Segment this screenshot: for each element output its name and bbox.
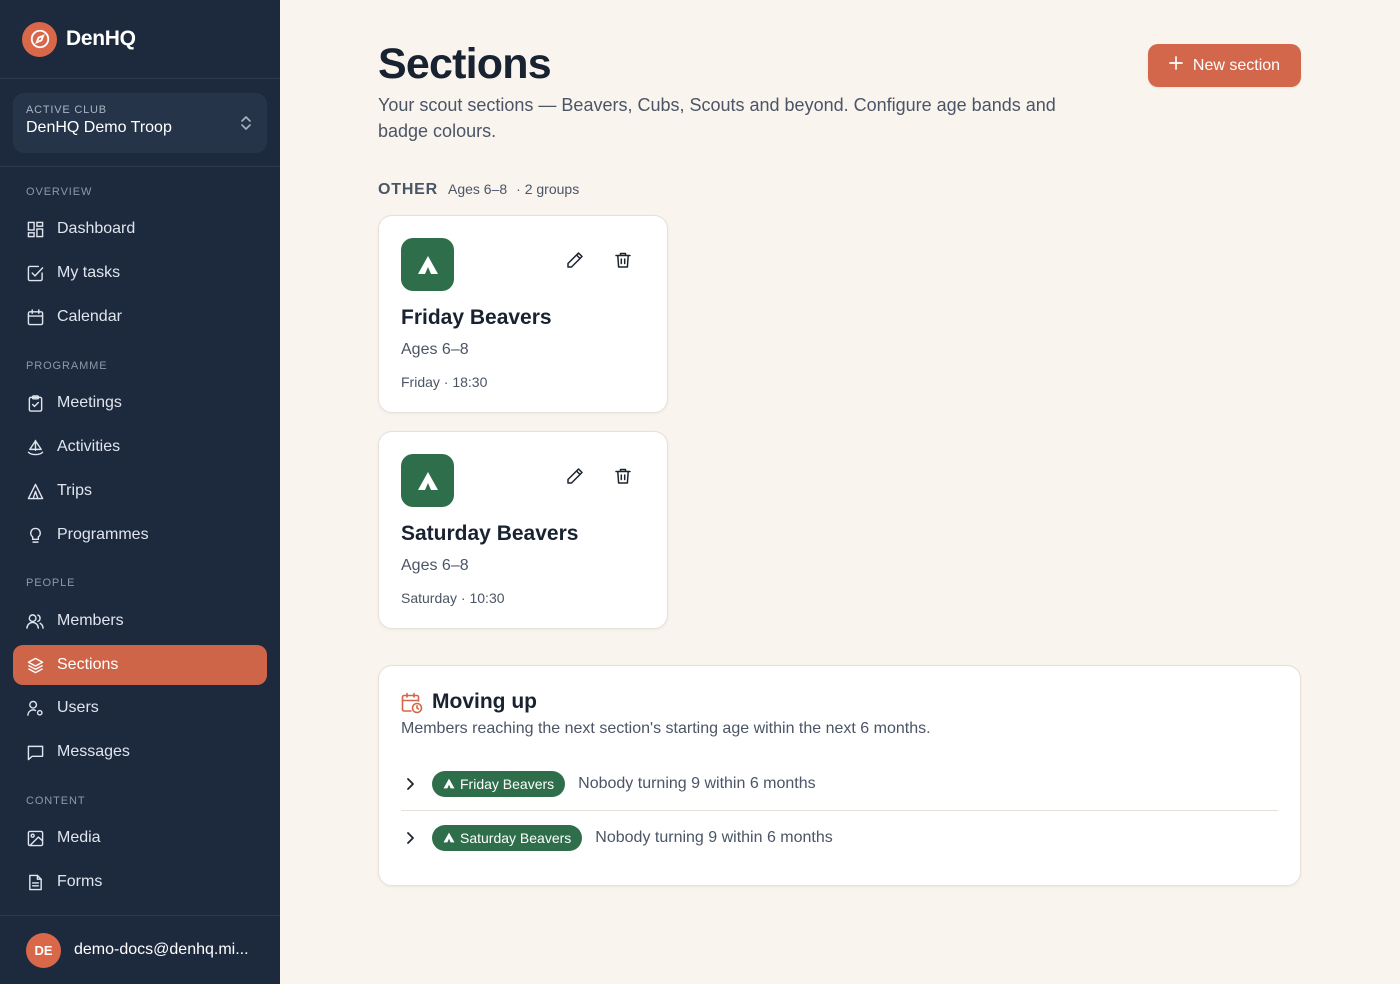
sidebar-item-dashboard[interactable]: Dashboard — [13, 209, 267, 249]
chevron-right-icon — [401, 775, 419, 793]
tent-icon — [443, 830, 455, 846]
sidebar-item-programmes[interactable]: Programmes — [13, 515, 267, 555]
section-pill: Friday Beavers — [432, 771, 566, 797]
nav-heading-programme: PROGRAMME — [26, 360, 108, 372]
sidebar-item-users[interactable]: Users — [13, 688, 267, 728]
tent-icon — [401, 454, 454, 507]
users-icon — [26, 612, 44, 630]
sidebar-item-label: Dashboard — [57, 220, 136, 237]
moving-up-status: Nobody turning 9 within 6 months — [578, 775, 816, 792]
lightbulb-icon — [26, 526, 44, 544]
plus-icon — [1169, 56, 1183, 75]
compass-icon — [22, 21, 57, 57]
moving-up-panel: Moving up Members reaching the next sect… — [378, 665, 1301, 886]
moving-up-row[interactable]: Saturday Beavers Nobody turning 9 within… — [401, 818, 1278, 858]
divider — [401, 810, 1278, 811]
sidebar-item-messages[interactable]: Messages — [13, 732, 267, 772]
avatar: DE — [26, 932, 61, 968]
nav-heading-people: PEOPLE — [26, 577, 76, 589]
sailboat-icon — [26, 438, 44, 456]
check-square-icon — [26, 264, 44, 282]
section-age: Ages 6–8 — [401, 341, 469, 358]
sidebar-item-sections[interactable]: Sections — [13, 645, 267, 685]
group-header: OTHER Ages 6–8 · 2 groups — [378, 181, 579, 199]
section-card[interactable]: Saturday Beavers Ages 6–8 Saturday · 10:… — [378, 431, 668, 629]
sidebar-item-label: Messages — [57, 743, 130, 760]
sidebar-item-label: Meetings — [57, 394, 122, 411]
moving-up-row[interactable]: Friday Beavers Nobody turning 9 within 6… — [401, 764, 1278, 804]
group-ages: Ages 6–8 — [448, 181, 508, 197]
sidebar-item-label: Calendar — [57, 308, 122, 325]
club-name: DenHQ Demo Troop — [26, 119, 172, 136]
club-switcher[interactable]: ACTIVE CLUB DenHQ Demo Troop — [13, 93, 267, 153]
sidebar-item-label: Media — [57, 829, 101, 846]
moving-up-status: Nobody turning 9 within 6 months — [595, 829, 833, 846]
sidebar-item-trips[interactable]: Trips — [13, 471, 267, 511]
user-cog-icon — [26, 699, 44, 717]
page-title: Sections — [378, 40, 552, 88]
tent-icon — [401, 238, 454, 291]
sidebar-item-forms[interactable]: Forms — [13, 862, 267, 902]
calendar-clock-icon — [401, 692, 423, 719]
section-card[interactable]: Friday Beavers Ages 6–8 Friday · 18:30 — [378, 215, 668, 413]
new-section-button[interactable]: New section — [1148, 44, 1301, 87]
trash-icon[interactable] — [611, 464, 635, 488]
tent-icon — [26, 482, 44, 500]
layers-icon — [26, 656, 44, 674]
sidebar-item-media[interactable]: Media — [13, 818, 267, 858]
section-schedule: Friday · 18:30 — [401, 374, 488, 390]
moving-up-title: Moving up — [432, 690, 537, 713]
tent-icon — [443, 776, 455, 792]
section-title: Saturday Beavers — [401, 522, 579, 545]
main-content: Sections Your scout sections — Beavers, … — [280, 0, 1400, 984]
trash-icon[interactable] — [611, 248, 635, 272]
sidebar-item-activities[interactable]: Activities — [13, 427, 267, 467]
sidebar-item-label: Forms — [57, 873, 103, 890]
brand-name: DenHQ — [66, 27, 136, 50]
sidebar-item-label: Sections — [57, 656, 119, 673]
new-section-label: New section — [1192, 56, 1281, 74]
nav-heading-overview: OVERVIEW — [26, 186, 93, 198]
user-email: demo-docs@denhq.mi... — [74, 941, 249, 958]
page-subtitle: Your scout sections — Beavers, Cubs, Sco… — [378, 95, 1056, 141]
section-pill-label: Friday Beavers — [460, 776, 555, 792]
section-pill-label: Saturday Beavers — [460, 830, 572, 846]
chevron-right-icon — [401, 829, 419, 847]
dashboard-icon — [26, 220, 44, 238]
nav-heading-content: CONTENT — [26, 795, 86, 807]
sidebar-item-label: Programmes — [57, 526, 149, 543]
club-label: ACTIVE CLUB — [26, 104, 107, 116]
message-square-icon — [26, 743, 44, 761]
section-title: Friday Beavers — [401, 306, 552, 329]
section-age: Ages 6–8 — [401, 557, 469, 574]
sidebar-item-meetings[interactable]: Meetings — [13, 383, 267, 423]
sidebar: DenHQ ACTIVE CLUB DenHQ Demo Troop OVERV… — [0, 0, 280, 984]
moving-up-description: Members reaching the next section's star… — [401, 720, 931, 737]
clipboard-check-icon — [26, 394, 44, 412]
brand[interactable]: DenHQ — [0, 0, 280, 79]
sidebar-item-tasks[interactable]: My tasks — [13, 253, 267, 293]
sidebar-item-label: Members — [57, 612, 124, 629]
club-switcher-wrap: ACTIVE CLUB DenHQ Demo Troop — [0, 79, 280, 167]
sidebar-item-label: Users — [57, 699, 99, 716]
section-pill: Saturday Beavers — [432, 825, 583, 851]
sidebar-item-label: Activities — [57, 438, 121, 455]
chevron-up-down-icon — [239, 115, 253, 136]
image-icon — [26, 829, 44, 847]
group-name: OTHER — [378, 181, 438, 198]
account-menu[interactable]: DE demo-docs@denhq.mi... — [0, 915, 280, 984]
group-count: · 2 groups — [516, 181, 580, 197]
sidebar-item-label: Trips — [57, 482, 92, 499]
edit-icon[interactable] — [563, 464, 587, 488]
edit-icon[interactable] — [563, 248, 587, 272]
section-schedule: Saturday · 10:30 — [401, 590, 505, 606]
sidebar-item-members[interactable]: Members — [13, 601, 267, 641]
file-text-icon — [26, 873, 44, 891]
sidebar-item-calendar[interactable]: Calendar — [13, 297, 267, 337]
calendar-icon — [26, 308, 44, 326]
sidebar-item-label: My tasks — [57, 264, 121, 281]
